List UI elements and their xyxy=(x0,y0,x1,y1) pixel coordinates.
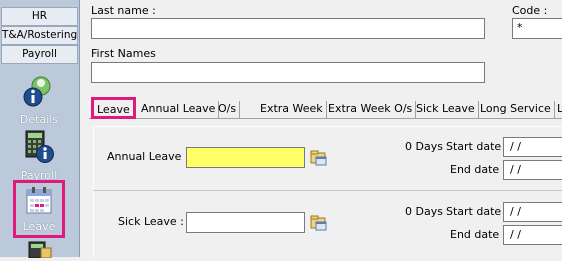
sick-leave-label: Sick Leave : xyxy=(118,215,184,228)
sidebar-tab-payroll[interactable]: Payroll xyxy=(1,45,78,64)
sidebar-button-payroll[interactable]: Payroll xyxy=(3,130,75,182)
code-input[interactable]: * xyxy=(512,18,562,39)
annual-leave-days: 0 Days xyxy=(405,140,443,153)
tab-extra-week-os[interactable]: Extra Week O/s xyxy=(325,101,417,118)
sick-leave-days: 0 Days xyxy=(405,205,443,218)
tab-annual-leave[interactable]: Annual Leave xyxy=(138,101,220,118)
first-names-input[interactable] xyxy=(91,62,485,83)
sick-leave-input[interactable] xyxy=(186,212,305,233)
tab-leave[interactable]: Leave xyxy=(91,97,136,119)
sidebar-button-details[interactable]: Details xyxy=(3,74,75,126)
sick-start-date-label: Start date : xyxy=(446,205,509,218)
sidebar-button-label: Details xyxy=(19,113,59,126)
sidebar-button-next[interactable] xyxy=(3,240,75,260)
sidebar-button-label: Leave xyxy=(22,220,56,233)
sick-leave-panel: Sick Leave : 0 Days Start date : / / End… xyxy=(93,190,562,257)
sidebar: HR T&A/Rostering Payroll Details Payroll… xyxy=(0,0,80,260)
tab-extra-week[interactable]: Extra Week xyxy=(257,101,327,118)
annual-end-date-label: End date : xyxy=(450,163,507,176)
sidebar-tab-hr[interactable]: HR xyxy=(1,7,78,26)
annual-leave-label: Annual Leave : xyxy=(107,150,189,163)
leave-tab-strip: Leave Annual Leave O/s Extra Week Extra … xyxy=(89,97,562,119)
sick-end-date-label: End date : xyxy=(450,228,507,241)
code-label: Code : xyxy=(512,4,548,17)
tab-more[interactable]: L xyxy=(554,101,562,118)
sidebar-button-leave[interactable]: Leave xyxy=(13,180,65,238)
last-name-label: Last name : xyxy=(91,4,156,17)
annual-leave-input[interactable] xyxy=(186,147,305,168)
payroll-icon xyxy=(21,130,57,167)
annual-end-date-input[interactable]: / / xyxy=(503,160,562,180)
tab-os[interactable]: O/s xyxy=(215,101,241,118)
sidebar-tab-ta-rostering[interactable]: T&A/Rostering xyxy=(1,26,78,45)
leave-calendar-icon xyxy=(24,186,54,219)
annual-start-date-label: Start date : xyxy=(446,140,509,153)
calendar-folder-icon[interactable] xyxy=(310,214,328,232)
sick-start-date-input[interactable]: / / xyxy=(503,202,562,222)
next-module-icon xyxy=(21,240,57,261)
annual-start-date-input[interactable]: / / xyxy=(503,137,562,157)
annual-leave-panel: Annual Leave : 0 Days Start date : / / E… xyxy=(93,126,562,189)
calendar-folder-icon[interactable] xyxy=(310,149,328,167)
first-names-label: First Names xyxy=(91,47,156,60)
tab-sick-leave[interactable]: Sick Leave xyxy=(413,101,479,118)
tab-long-service[interactable]: Long Service xyxy=(477,101,555,118)
sick-end-date-input[interactable]: / / xyxy=(503,225,562,245)
last-name-input[interactable] xyxy=(91,18,485,39)
details-icon xyxy=(21,74,57,111)
